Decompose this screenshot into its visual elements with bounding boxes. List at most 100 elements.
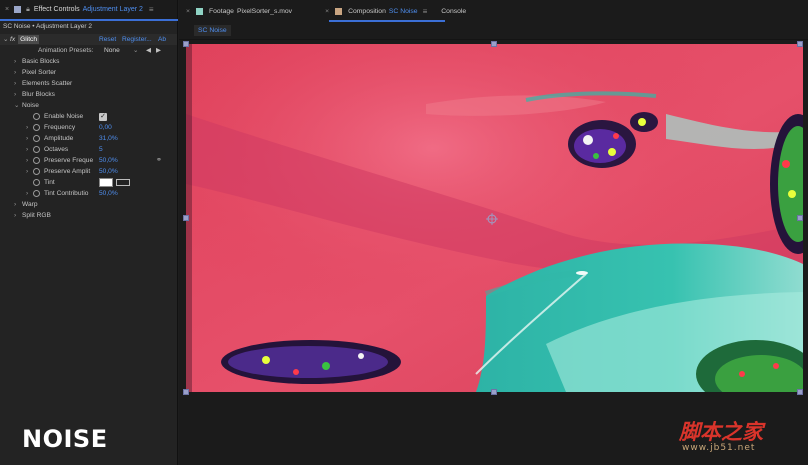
chevron-right-icon[interactable]: › <box>26 122 28 133</box>
animation-presets-row: Animation Presets: None ⌄ ◀ ▶ <box>0 45 177 56</box>
prop-label: Frequency <box>44 124 76 131</box>
subtab-sc-noise[interactable]: SC Noise <box>194 25 231 36</box>
effect-controls-tab[interactable]: × 🔒︎ Effect Controls Adjustment Layer 2 … <box>0 0 177 20</box>
prop-tint-contribution: › Tint Contributio 50,0% <box>0 188 177 199</box>
enable-noise-checkbox[interactable]: ✓ <box>99 113 107 121</box>
prop-preserve-frequency: › Preserve Freque 50,0% ⚭ <box>0 155 177 166</box>
octaves-value[interactable]: 5 <box>99 144 103 155</box>
active-tab-indicator <box>0 19 178 21</box>
group-warp[interactable]: › Warp <box>0 199 177 210</box>
fx-toggle[interactable]: fx <box>10 34 15 45</box>
chevron-right-icon[interactable]: › <box>26 133 28 144</box>
panel-color-icon <box>14 6 22 13</box>
composition-color-icon <box>335 7 343 15</box>
group-label: Elements Scatter <box>22 80 73 87</box>
chevron-right-icon[interactable]: › <box>14 67 19 78</box>
preserve-amplitude-value[interactable]: 50,0% <box>99 166 118 177</box>
composition-panel: × Footage PixelSorter_s.mov × Compositio… <box>179 0 808 465</box>
group-label: Basic Blocks <box>22 58 60 65</box>
close-icon[interactable]: × <box>5 6 9 13</box>
chevron-right-icon[interactable]: › <box>26 166 28 177</box>
prop-label: Preserve Freque <box>44 157 94 164</box>
prop-enable-noise: Enable Noise ✓ <box>0 111 177 122</box>
prop-label: Octaves <box>44 146 69 153</box>
chevron-right-icon[interactable]: › <box>14 78 19 89</box>
stopwatch-icon[interactable] <box>33 190 40 197</box>
chevron-right-icon[interactable]: › <box>14 210 19 221</box>
next-preset-icon[interactable]: ▶ <box>156 45 161 56</box>
frequency-value[interactable]: 0,00 <box>99 122 112 133</box>
about-button[interactable]: Ab <box>158 34 166 45</box>
transform-handle[interactable] <box>491 389 497 395</box>
tab-label: Console <box>441 7 467 15</box>
tint-contribution-value[interactable]: 50,0% <box>99 188 118 199</box>
stopwatch-icon[interactable] <box>33 135 40 142</box>
stopwatch-icon[interactable] <box>33 146 40 153</box>
register-button[interactable]: Register... <box>122 34 152 45</box>
prop-label: Tint <box>44 179 55 186</box>
amplitude-value[interactable]: 31,0% <box>99 133 118 144</box>
chevron-right-icon[interactable]: › <box>26 155 28 166</box>
group-noise[interactable]: ⌄ Noise <box>0 100 177 111</box>
stopwatch-icon[interactable] <box>33 124 40 131</box>
close-icon[interactable]: × <box>186 8 190 15</box>
breadcrumb: SC Noise • Adjustment Layer 2 <box>3 23 92 30</box>
tab-footage[interactable]: × Footage PixelSorter_s.mov <box>186 0 292 22</box>
group-pixel-sorter[interactable]: › Pixel Sorter <box>0 67 177 78</box>
close-icon[interactable]: × <box>325 8 329 15</box>
prop-label: Tint Contributio <box>44 190 89 197</box>
prop-amplitude: › Amplitude 31,0% <box>0 133 177 144</box>
group-label: Split RGB <box>22 212 51 219</box>
transform-handle[interactable] <box>183 389 189 395</box>
group-split-rgb[interactable]: › Split RGB <box>0 210 177 221</box>
panel-menu-icon[interactable]: ≡ <box>423 7 428 16</box>
chevron-right-icon[interactable]: › <box>26 144 28 155</box>
chevron-right-icon[interactable]: › <box>14 199 19 210</box>
stopwatch-icon[interactable] <box>33 157 40 164</box>
effect-header-glitch[interactable]: ⌄ fx Glitch Reset Register... Ab <box>0 34 177 45</box>
reset-button[interactable]: Reset <box>99 34 116 45</box>
transform-handle[interactable] <box>183 41 189 47</box>
animation-presets-select[interactable]: None <box>104 45 120 56</box>
transform-handle[interactable] <box>797 215 803 221</box>
active-tab-indicator <box>329 20 445 22</box>
composition-viewer[interactable] <box>186 44 803 392</box>
transform-handle[interactable] <box>797 41 803 47</box>
group-blur-blocks[interactable]: › Blur Blocks <box>0 89 177 100</box>
chevron-down-icon[interactable]: ⌄ <box>14 100 20 111</box>
prop-label: Amplitude <box>44 135 74 142</box>
tab-composition[interactable]: × Composition SC Noise ≡ <box>325 0 427 22</box>
tab-label: Composition <box>348 7 386 15</box>
viewer-tabbar: × Footage PixelSorter_s.mov × Compositio… <box>179 0 808 22</box>
eyedropper-icon[interactable] <box>116 179 130 186</box>
previous-preset-icon[interactable]: ◀ <box>146 45 151 56</box>
chevron-down-icon[interactable]: ⌄ <box>3 34 10 45</box>
group-basic-blocks[interactable]: › Basic Blocks <box>0 56 177 67</box>
footage-color-icon <box>195 7 203 15</box>
tab-console[interactable]: Console <box>441 0 466 22</box>
chevron-right-icon[interactable]: › <box>26 188 28 199</box>
effect-controls-panel: × 🔒︎ Effect Controls Adjustment Layer 2 … <box>0 0 178 465</box>
stopwatch-icon[interactable] <box>33 113 40 120</box>
transform-handle[interactable] <box>491 41 497 47</box>
chevron-down-icon[interactable]: ⌄ <box>133 45 139 56</box>
prop-preserve-amplitude: › Preserve Amplit 50,0% <box>0 166 177 177</box>
link-icon[interactable]: ⚭ <box>156 155 162 166</box>
viewer-subtabs: SC Noise <box>179 22 808 40</box>
chevron-right-icon[interactable]: › <box>14 89 19 100</box>
chevron-right-icon[interactable]: › <box>14 56 19 67</box>
preserve-frequency-value[interactable]: 50,0% <box>99 155 118 166</box>
panel-menu-icon[interactable]: ≡ <box>149 5 154 14</box>
stopwatch-icon[interactable] <box>33 179 40 186</box>
group-label: Pixel Sorter <box>22 69 57 76</box>
stopwatch-icon[interactable] <box>33 168 40 175</box>
group-label: Noise <box>22 102 39 109</box>
lock-icon[interactable]: 🔒︎ <box>26 6 30 14</box>
tab-item-name: PixelSorter_s.mov <box>236 7 293 15</box>
prop-label: Preserve Amplit <box>44 168 91 175</box>
tint-color-swatch[interactable] <box>99 178 113 187</box>
transform-handle[interactable] <box>183 215 189 221</box>
tab-layer-name[interactable]: Adjustment Layer 2 <box>83 6 143 13</box>
transform-handle[interactable] <box>797 389 803 395</box>
group-elements-scatter[interactable]: › Elements Scatter <box>0 78 177 89</box>
